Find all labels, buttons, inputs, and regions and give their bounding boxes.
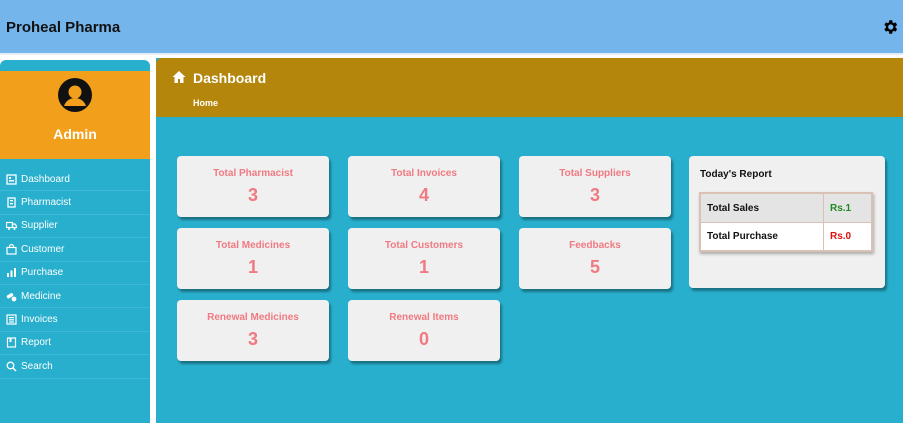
card-value: 1 [247,257,258,277]
report-title: Today's Report [700,169,772,180]
card-value: 5 [589,257,600,277]
book-icon [6,337,17,349]
card-value: 1 [418,257,429,277]
report-value-purchase: Rs.0 [823,223,871,250]
top-bar: Proheal Pharma [0,0,903,55]
card-value: 4 [418,185,429,205]
sidebar-item-label: Report [21,337,52,349]
pharmacist-icon [6,197,17,208]
table-row: Total Sales Rs.1 [701,194,871,222]
sidebar-item-label: Search [21,360,53,372]
sidebar-item-supplier[interactable]: Supplier [0,215,150,239]
sidebar-item-label: Invoices [21,314,58,326]
sidebar-menu: Dashboard Pharmacist Supplier Customer P… [0,168,150,379]
sidebar-item-label: Supplier [21,220,58,232]
card-label: Renewal Medicines [207,312,299,323]
sidebar-item-label: Pharmacist [21,197,72,209]
report-label-sales: Total Sales [707,202,760,214]
card-value: 3 [247,185,258,205]
todays-report-panel: Today's Report Total Sales Rs.1 Total Pu… [689,156,885,288]
pills-icon [6,291,17,302]
card-label: Total Suppliers [559,168,631,179]
card-label: Total Pharmacist [213,168,293,179]
sidebar-item-label: Customer [21,243,65,255]
sidebar-item-medicine[interactable]: Medicine [0,285,150,309]
page-header: Dashboard Home [156,58,903,117]
sidebar-item-invoices[interactable]: Invoices [0,308,150,332]
stat-card-renewal-items[interactable]: Renewal Items 0 [348,300,500,361]
sidebar-item-dashboard[interactable]: Dashboard [0,168,150,192]
home-icon [172,71,186,83]
gear-icon[interactable] [881,18,899,36]
stat-card-total-suppliers[interactable]: Total Suppliers 3 [519,156,671,217]
search-icon [6,361,17,372]
dashboard-icon [6,174,17,185]
main-content: Dashboard Home Total Pharmacist 3 Total … [156,58,903,423]
card-value: 3 [247,329,258,349]
sidebar-item-purchase[interactable]: Purchase [0,262,150,285]
truck-icon [6,220,17,231]
stat-card-feedbacks[interactable]: Feedbacks 5 [519,228,671,289]
sidebar-item-label: Dashboard [21,173,70,185]
report-value-sales: Rs.1 [823,194,871,222]
sidebar-item-customer[interactable]: Customer [0,238,150,262]
stat-card-total-invoices[interactable]: Total Invoices 4 [348,156,500,217]
stat-card-total-customers[interactable]: Total Customers 1 [348,228,500,289]
list-icon [6,314,17,325]
card-value: 0 [418,329,429,349]
card-label: Total Medicines [215,240,291,251]
sidebar-item-report[interactable]: Report [0,332,150,356]
breadcrumb[interactable]: Home [193,98,218,108]
stat-card-total-medicines[interactable]: Total Medicines 1 [177,228,329,289]
stat-card-renewal-medicines[interactable]: Renewal Medicines 3 [177,300,329,361]
card-label: Feedbacks [569,240,621,251]
brand-title: Proheal Pharma [6,19,121,36]
report-label-purchase: Total Purchase [707,231,778,242]
card-label: Total Customers [384,240,464,251]
bag-icon [6,243,17,255]
profile-panel: Admin [0,71,150,159]
page-title: Dashboard [193,70,267,86]
report-table: Total Sales Rs.1 Total Purchase Rs.0 [699,192,873,252]
card-label: Renewal Items [389,312,459,323]
table-row: Total Purchase Rs.0 [701,222,871,250]
sidebar-item-label: Purchase [21,267,64,279]
bar-chart-icon [6,267,17,278]
avatar-icon [58,78,92,112]
sidebar-item-search[interactable]: Search [0,355,150,379]
sidebar: Admin Dashboard Pharmacist Supplier Cust… [0,60,150,423]
card-label: Total Invoices [391,168,457,179]
card-value: 3 [589,185,600,205]
stat-card-total-pharmacist[interactable]: Total Pharmacist 3 [177,156,329,217]
sidebar-item-label: Medicine [21,290,62,302]
profile-name: Admin [53,126,97,142]
sidebar-item-pharmacist[interactable]: Pharmacist [0,191,150,215]
